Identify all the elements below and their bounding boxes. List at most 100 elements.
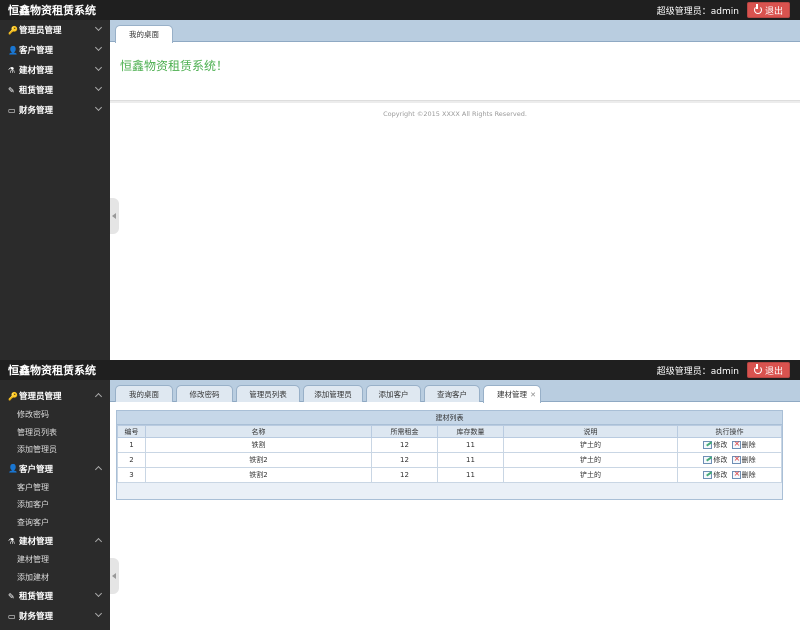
chevron-down-icon [94, 83, 103, 92]
menu-material[interactable]: ⚗ 建材管理 [0, 531, 110, 551]
cell-rent: 12 [371, 452, 438, 468]
tab-add-customer[interactable]: 添加客户 [366, 385, 421, 402]
menu-label: 管理员管理 [19, 26, 62, 36]
menu-item-query-customer[interactable]: 查询客户 [0, 514, 110, 532]
menu-label: 租赁管理 [19, 86, 54, 96]
cell-rent: 12 [371, 467, 438, 483]
delete-button[interactable]: 删除 [731, 454, 756, 465]
card-icon: ▭ [8, 105, 16, 115]
chevron-down-icon [94, 609, 103, 618]
edit-icon [703, 470, 713, 479]
menu-material[interactable]: ⚗ 建材管理 [0, 60, 110, 80]
menu-customer[interactable]: 👤 客户管理 [0, 40, 110, 60]
power-icon [753, 364, 762, 374]
grid-footer [117, 483, 782, 499]
menu-label: 财务管理 [19, 612, 54, 622]
user-label: 超级管理员：admin [656, 366, 739, 377]
tab-label: 我的桌面 [129, 30, 159, 39]
delete-button[interactable]: 删除 [731, 439, 756, 450]
cell-actions: 修改 删除 [677, 467, 782, 483]
top-header: 恒鑫物资租赁系统 超级管理员：admin 退出 [0, 0, 800, 20]
col-desc: 说明 [503, 425, 678, 438]
edit-button[interactable]: 修改 [703, 440, 727, 450]
material-grid: 建材列表 编号 名称 所需租金 库存数量 说明 执行操作 1 铁割 12 11 … [116, 410, 783, 500]
edit-icon: ✎ [8, 85, 15, 95]
tab-admin-list[interactable]: 管理员列表 [236, 385, 300, 402]
user-icon: 👤 [8, 45, 18, 55]
edit-label: 修改 [713, 470, 728, 479]
menu-item-material-manage[interactable]: 建材管理 [0, 551, 110, 569]
tab-label: 查询客户 [437, 389, 467, 399]
desktop-screen: 恒鑫物资租赁系统 超级管理员：admin 退出 🔑 管理员管理 👤 客户管理 ⚗… [0, 0, 800, 360]
chevron-down-icon [94, 43, 103, 52]
menu-customer[interactable]: 👤 客户管理 [0, 459, 110, 479]
key-icon: 🔑 [8, 391, 18, 401]
delete-icon [731, 454, 741, 464]
chevron-down-icon [94, 23, 103, 32]
sidebar: 🔑 管理员管理 👤 客户管理 ⚗ 建材管理 ✎ 租赁管理 ▭ 财务管理 [0, 20, 110, 360]
menu-item-customer-manage[interactable]: 客户管理 [0, 479, 110, 497]
menu-item-add-material[interactable]: 添加建材 [0, 569, 110, 587]
edit-label: 修改 [713, 440, 728, 449]
menu-admin[interactable]: 🔑 管理员管理 [0, 386, 110, 406]
menu-item-change-password[interactable]: 修改密码 [0, 406, 110, 424]
cell-stock: 11 [437, 437, 504, 453]
tab-material-manage[interactable]: 建材管理 ✕ [483, 385, 541, 403]
app-title: 恒鑫物资租赁系统 [8, 364, 96, 377]
user-icon: 👤 [8, 464, 18, 473]
delete-label: 删除 [741, 455, 756, 464]
sidebar-collapse-handle[interactable] [110, 558, 119, 594]
tab-query-customer[interactable]: 查询客户 [424, 385, 480, 402]
edit-button[interactable]: 修改 [703, 455, 727, 465]
logout-button[interactable]: 退出 [746, 2, 790, 18]
tab-bar: 我的桌面 修改密码 管理员列表 添加管理员 添加客户 查询客户 建材管理 ✕ [110, 380, 800, 403]
logout-label: 退出 [764, 366, 783, 377]
menu-finance[interactable]: ▭ 财务管理 [0, 100, 110, 120]
logout-button[interactable]: 退出 [746, 362, 790, 378]
cell-name: 铁割2 [145, 452, 372, 468]
sidebar-collapse-handle[interactable] [110, 198, 119, 234]
app-title: 恒鑫物资租赁系统 [8, 4, 96, 17]
tab-label: 添加管理员 [314, 389, 352, 399]
cell-actions: 修改 删除 [677, 437, 782, 453]
menu-label: 租赁管理 [19, 592, 54, 602]
edit-button[interactable]: 修改 [703, 470, 727, 480]
cell-desc: 铲土的 [503, 437, 678, 453]
menu-admin[interactable]: 🔑 管理员管理 [0, 20, 110, 40]
delete-button[interactable]: 删除 [731, 469, 756, 480]
close-icon[interactable]: ✕ [530, 391, 536, 399]
flask-icon: ⚗ [8, 536, 16, 546]
tab-label: 修改密码 [189, 389, 220, 399]
tab-add-admin[interactable]: 添加管理员 [303, 385, 363, 402]
card-icon: ▭ [8, 611, 16, 621]
col-rent: 所需租金 [371, 425, 438, 438]
tab-label: 管理员列表 [249, 389, 287, 399]
col-id: 编号 [117, 425, 146, 438]
delete-label: 删除 [741, 440, 756, 449]
tab-change-password[interactable]: 修改密码 [176, 385, 233, 402]
menu-rental[interactable]: ✎ 租赁管理 [0, 586, 110, 606]
delete-icon [731, 469, 741, 479]
tab-my-desktop[interactable]: 我的桌面 [115, 25, 173, 43]
table-row: 1 铁割 12 11 铲土的 修改 删除 [117, 437, 782, 453]
tab-label: 建材管理 [497, 390, 527, 399]
cell-id: 1 [117, 437, 146, 453]
chevron-up-icon [94, 465, 103, 473]
menu-item-add-customer[interactable]: 添加客户 [0, 496, 110, 514]
cell-stock: 11 [437, 467, 504, 483]
cell-actions: 修改 删除 [677, 452, 782, 468]
flask-icon: ⚗ [8, 65, 16, 75]
menu-item-admin-list[interactable]: 管理员列表 [0, 424, 110, 442]
menu-item-add-admin[interactable]: 添加管理员 [0, 441, 110, 459]
menu-finance[interactable]: ▭ 财务管理 [0, 606, 110, 626]
tab-my-desktop[interactable]: 我的桌面 [115, 385, 173, 402]
col-stock: 库存数量 [437, 425, 504, 438]
menu-label: 建材管理 [19, 66, 54, 76]
cell-id: 2 [117, 452, 146, 468]
menu-rental[interactable]: ✎ 租赁管理 [0, 80, 110, 100]
cell-name: 铁割 [145, 437, 372, 453]
cell-id: 3 [117, 467, 146, 483]
delete-icon [731, 439, 741, 449]
menu-label: 客户管理 [19, 46, 54, 56]
power-icon [753, 4, 762, 14]
